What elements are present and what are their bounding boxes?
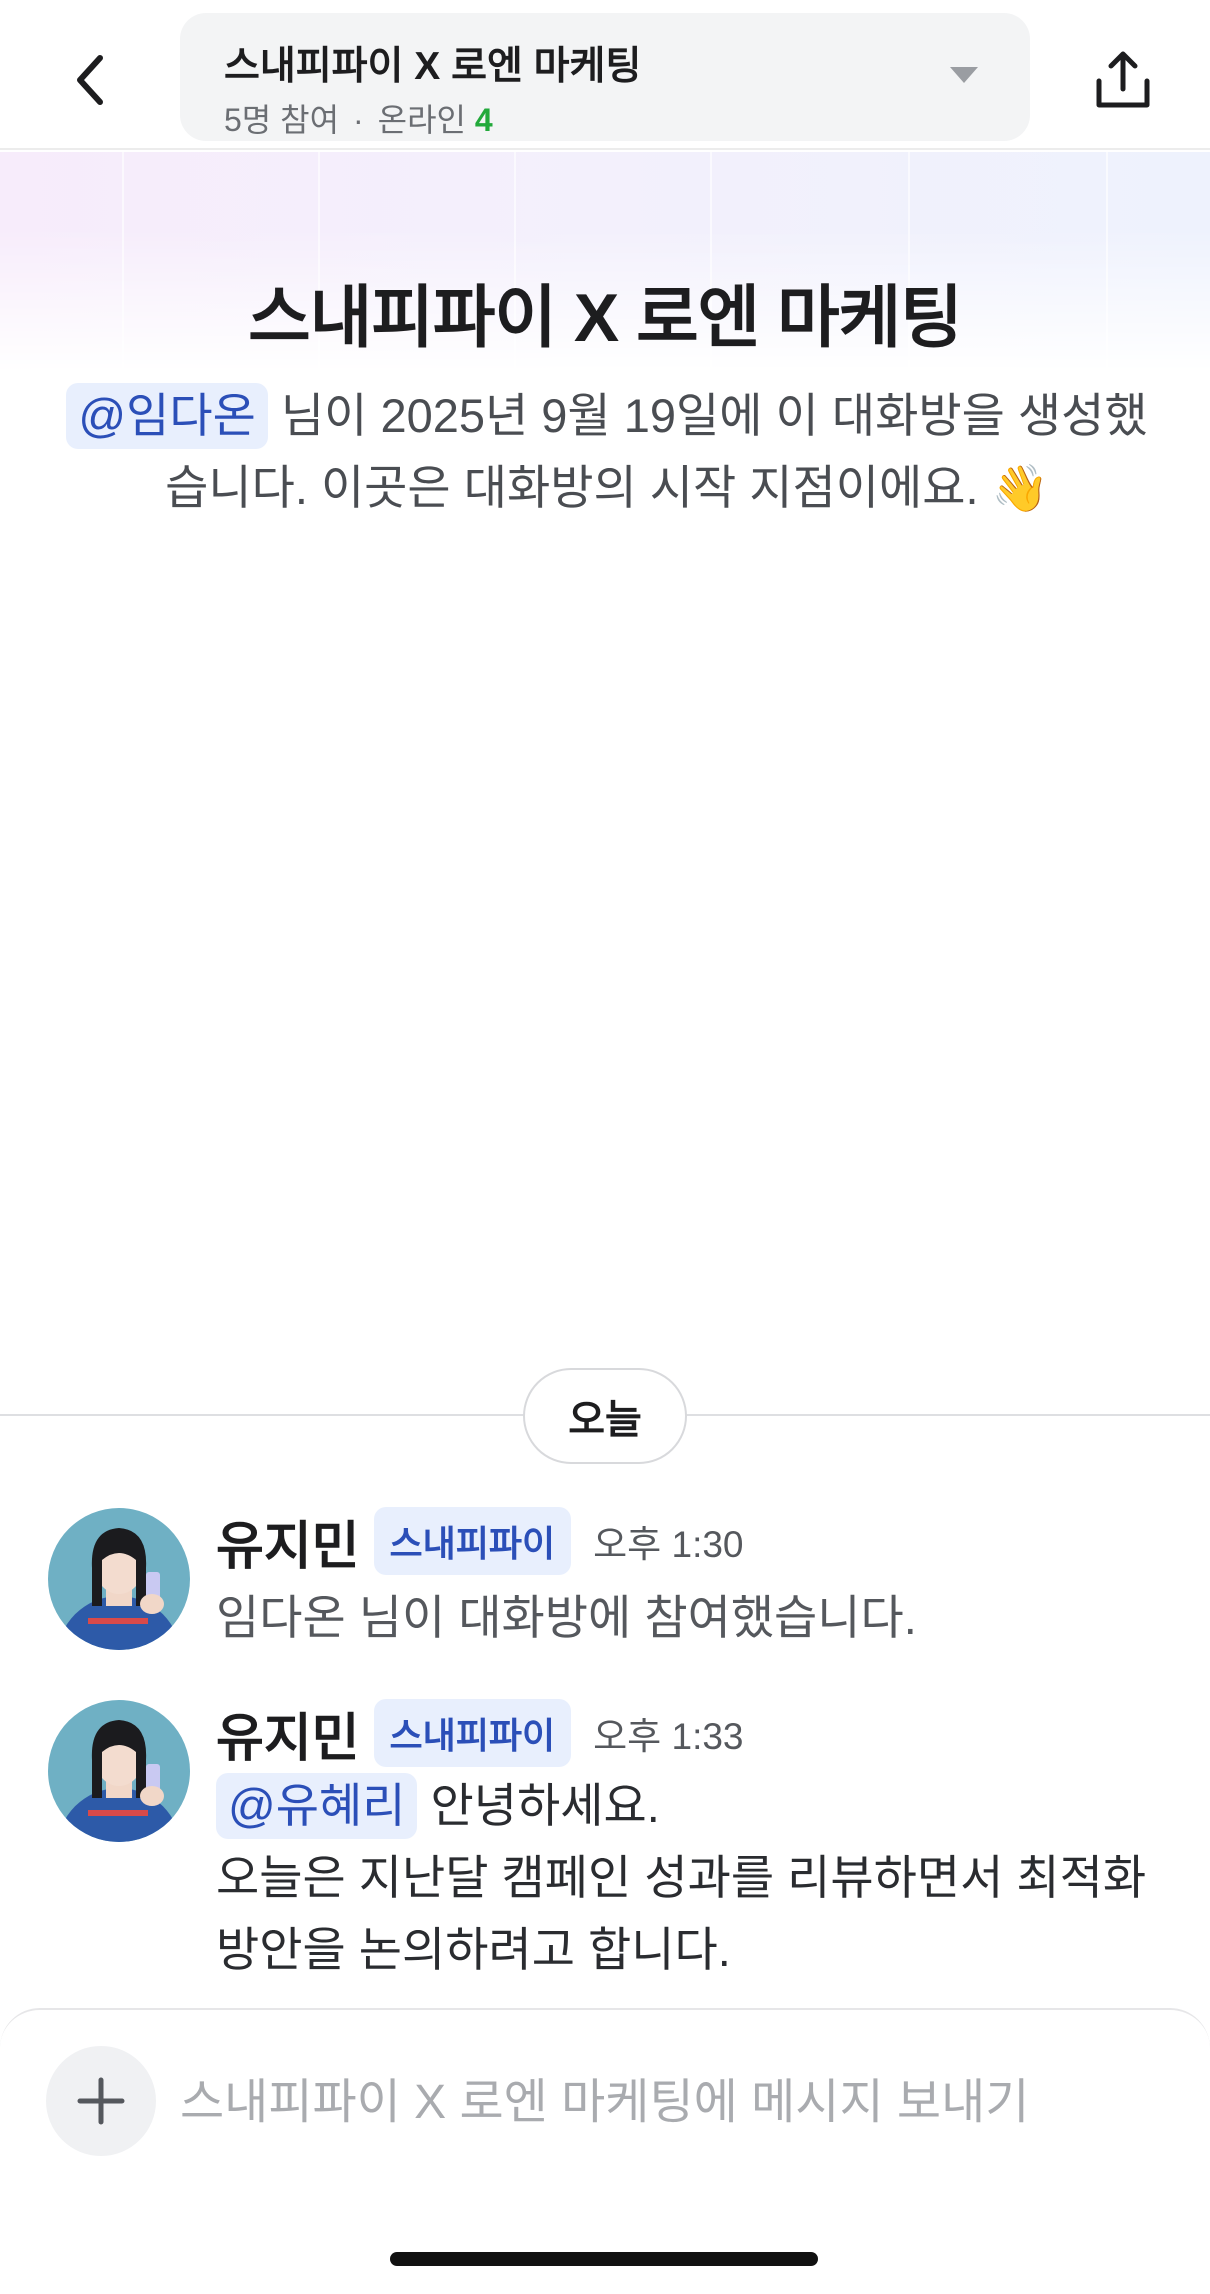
member-count: 5명 참여 <box>224 102 340 138</box>
intro-title: 스내피파이 X 로엔 마케팅 <box>248 280 963 356</box>
org-badge: 스내피파이 <box>373 1699 572 1767</box>
message-text: @유혜리 안녕하세요. 오늘은 지난달 캠페인 성과를 리뷰하면서 최적화 방안… <box>216 1770 1166 1986</box>
sender-name[interactable]: 유지민 <box>216 1696 360 1771</box>
avatar[interactable] <box>48 1700 190 1842</box>
online-count: 4 <box>474 102 493 138</box>
top-bar: 스내피파이 X 로엔 마케팅 5명 참여 · 온라인 4 <box>0 0 1210 150</box>
add-attachment-button[interactable] <box>46 2046 156 2156</box>
creator-mention[interactable]: @임다온 <box>66 383 268 449</box>
message-body-text: 오늘은 지난달 캠페인 성과를 리뷰하면서 최적화 방안을 논의하려고 합니다. <box>216 1851 1147 1976</box>
system-message-text: 임다온 님이 대화방에 참여했습니다. <box>216 1591 917 1644</box>
intro-description: @임다온 님이 2025년 9월 19일에 이 대화방을 생성했습니다. 이곳은… <box>52 380 1162 524</box>
message-input[interactable] <box>180 2054 1160 2150</box>
channel-status: 5명 참여 · 온라인 4 <box>224 95 493 141</box>
caret-down-icon <box>950 67 978 83</box>
share-button[interactable] <box>1080 38 1166 124</box>
message-time: 오후 1:30 <box>593 1524 744 1565</box>
message-time: 오후 1:33 <box>593 1716 744 1757</box>
message-header: 유지민 스내피파이 오후 1:33 <box>216 1699 744 1768</box>
channel-selector[interactable]: 스내피파이 X 로엔 마케팅 5명 참여 · 온라인 4 <box>180 13 1030 141</box>
wave-emoji: 👋 <box>991 462 1049 514</box>
channel-title: 스내피파이 X 로엔 마케팅 <box>224 45 642 88</box>
online-label: 온라인 <box>377 102 466 138</box>
home-indicator <box>390 2252 818 2266</box>
chat-screen: 스내피파이 X 로엔 마케팅 5명 참여 · 온라인 4 스내피파이 X 로엔 마케… <box>0 0 1210 2294</box>
avatar[interactable] <box>48 1508 190 1650</box>
date-divider: 오늘 <box>523 1368 687 1464</box>
chevron-left-icon <box>77 55 103 105</box>
plus-icon <box>77 2077 125 2125</box>
share-icon <box>1096 51 1150 108</box>
org-badge: 스내피파이 <box>373 1507 572 1575</box>
sender-name[interactable]: 유지민 <box>216 1504 360 1579</box>
user-mention[interactable]: @유혜리 <box>216 1773 418 1839</box>
back-button[interactable] <box>50 40 130 120</box>
separator: · <box>353 102 364 138</box>
message-greeting: 안녕하세요. <box>417 1779 660 1832</box>
message-header: 유지민 스내피파이 오후 1:30 <box>216 1507 744 1576</box>
